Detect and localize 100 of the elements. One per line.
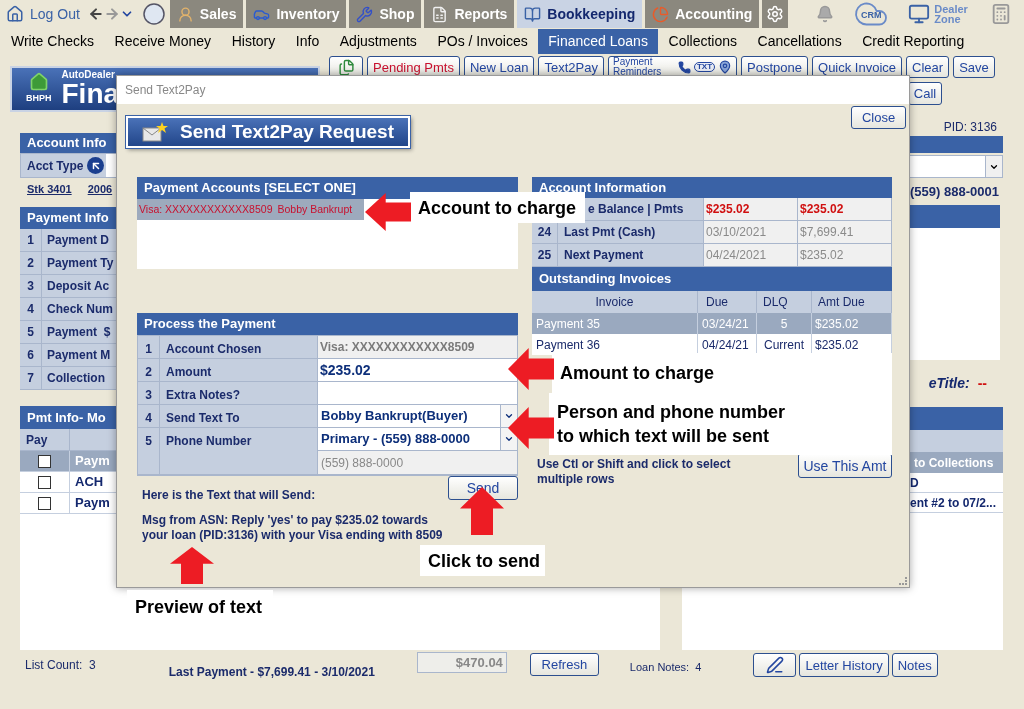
dialog-heading: Send Text2Pay Request bbox=[126, 116, 410, 148]
call-button[interactable]: Call bbox=[908, 82, 942, 105]
field-label: Payment $ bbox=[46, 324, 111, 341]
panel-header: Process the Payment bbox=[137, 313, 518, 335]
field-label: Payment Ty bbox=[46, 255, 114, 272]
field-value: $7,699.41 bbox=[798, 221, 892, 243]
nav-tab[interactable]: Inventory bbox=[246, 0, 347, 28]
preview-label: Here is the Text that will Send: bbox=[142, 487, 316, 504]
row-number: 1 bbox=[20, 229, 42, 251]
field-label: Deposit Ac bbox=[46, 278, 110, 295]
nav-tab[interactable]: Reports bbox=[424, 0, 515, 28]
table-cell-text: Paym bbox=[74, 494, 110, 513]
input-field[interactable]: $235.02 bbox=[318, 359, 517, 381]
row-number: 5 bbox=[20, 321, 42, 343]
field-label: Send Text To bbox=[160, 405, 318, 427]
table-cell-text: D bbox=[910, 474, 919, 492]
field-value: $235.02 bbox=[798, 198, 892, 220]
stock-link[interactable]: Stk 3401 bbox=[27, 180, 72, 198]
toolbar-button[interactable]: Quick Invoice bbox=[812, 56, 903, 78]
nav-tab[interactable]: Shop bbox=[349, 0, 422, 28]
close-button[interactable]: Close bbox=[851, 106, 906, 129]
column-header: to Collections bbox=[914, 454, 994, 472]
nav-tab[interactable]: Bookkeeping bbox=[517, 0, 643, 28]
sub-nav-tab[interactable]: History bbox=[221, 29, 286, 54]
sub-nav-tab[interactable]: Receive Money bbox=[104, 29, 222, 54]
reminders-button[interactable]: Payment Reminders TXT bbox=[607, 56, 738, 78]
toolbar-button[interactable]: Postpone bbox=[741, 56, 808, 78]
use-amount-button[interactable]: Use This Amt bbox=[798, 453, 892, 478]
panel-header: Account Information bbox=[532, 177, 892, 198]
field-value: 04/24/2021 bbox=[704, 244, 798, 266]
field-label: Payment D bbox=[46, 232, 110, 249]
sub-nav-tab[interactable]: Info bbox=[285, 29, 330, 54]
banner-label: BHPH bbox=[26, 92, 52, 106]
field-label: Amount bbox=[160, 359, 318, 381]
callout-label: Account to charge bbox=[410, 192, 585, 223]
select-field[interactable]: Primary - (559) 888-0000 bbox=[318, 428, 517, 450]
toolbar-button[interactable]: New Loan bbox=[463, 56, 535, 78]
nav-tab[interactable]: Accounting bbox=[645, 0, 760, 28]
phone-text: (559) 888-0001 bbox=[910, 182, 999, 201]
field-label: Collection bbox=[46, 370, 105, 387]
callout-label: Amount to charge bbox=[552, 353, 892, 393]
panel-header: Payment Accounts [SELECT ONE] bbox=[137, 177, 518, 199]
sub-nav-tab[interactable]: Adjustments bbox=[329, 29, 427, 54]
toolbar-button[interactable]: Pending Pmts bbox=[367, 56, 460, 78]
nav-tab[interactable]: Sales bbox=[169, 0, 244, 28]
field-label: Phone Number bbox=[160, 428, 318, 474]
row-number: 1 bbox=[138, 336, 160, 358]
toolbar-button[interactable]: Text2Pay bbox=[538, 56, 604, 78]
txt-icon: TXT bbox=[693, 62, 716, 72]
footer-button[interactable]: Notes bbox=[891, 653, 938, 677]
row-number: 24 bbox=[532, 221, 558, 243]
row-number: 4 bbox=[20, 298, 42, 320]
dialog-title: Send Text2Pay bbox=[125, 82, 206, 99]
loan-notes: Loan Notes: 4 bbox=[629, 660, 702, 675]
banner-title: Fina bbox=[61, 80, 120, 108]
field-value: $235.02 bbox=[704, 198, 798, 220]
field-label: Acct Type bbox=[27, 157, 84, 175]
field-value: (559) 888-0000 bbox=[318, 450, 517, 474]
footer-button[interactable]: Letter History bbox=[799, 653, 889, 677]
field-value: $235.02 bbox=[798, 244, 892, 266]
field-label: Check Num bbox=[46, 301, 114, 318]
row-number: 5 bbox=[138, 428, 160, 474]
column-header: Pay bbox=[20, 429, 70, 450]
select-field[interactable]: Bobby Bankrupt(Buyer) bbox=[318, 405, 517, 427]
toolbar-button[interactable]: Clear bbox=[906, 56, 950, 78]
refresh-button[interactable]: Refresh bbox=[529, 653, 599, 676]
table-cell-text: ACH bbox=[74, 473, 104, 492]
field-label: Account Chosen bbox=[160, 336, 318, 358]
row-number: 6 bbox=[20, 344, 42, 366]
panel-header: Outstanding Invoices bbox=[532, 267, 892, 291]
etitle-value: -- bbox=[977, 374, 987, 393]
sub-nav-tab[interactable]: POs / Invoices bbox=[427, 29, 538, 54]
sub-nav-tab[interactable]: Cancellations bbox=[747, 29, 852, 54]
invoice-row[interactable]: Payment 36 04/24/21 Current $235.02 bbox=[532, 334, 892, 355]
last-payment: Last Payment - $7,699.41 - 3/10/2021 bbox=[168, 664, 375, 681]
sub-nav-tab[interactable]: Collections bbox=[658, 29, 747, 54]
logout-link[interactable]: Log Out bbox=[6, 3, 80, 25]
stock-link[interactable]: 2006 bbox=[87, 180, 113, 198]
row-number: 2 bbox=[20, 252, 42, 274]
sub-nav-tab[interactable]: Write Checks bbox=[1, 29, 104, 54]
sub-nav-tab[interactable]: Financed Loans bbox=[538, 29, 658, 54]
sub-nav-tab[interactable]: Credit Reporting bbox=[852, 29, 975, 54]
toolbar-button[interactable]: Save bbox=[953, 56, 995, 78]
banner-subtitle: AutoDealer bbox=[61, 70, 116, 80]
table-cell-text: Paym bbox=[74, 452, 110, 471]
row-number: 3 bbox=[138, 382, 160, 404]
field-value: Visa: XXXXXXXXXXXX8509 bbox=[318, 336, 517, 358]
field-label: Payment M bbox=[46, 347, 111, 364]
total-field: $470.04 bbox=[416, 652, 507, 673]
row-number: 25 bbox=[532, 244, 558, 266]
selection-hint: Use Ctl or Shift and click to select multiple rows bbox=[537, 457, 732, 487]
field-value: 03/10/2021 bbox=[704, 221, 798, 243]
pid-text: PID: 3136 bbox=[943, 119, 997, 136]
etitle-label: eTitle: bbox=[928, 374, 970, 393]
row-number: 3 bbox=[20, 275, 42, 297]
field-label: Next Payment bbox=[564, 247, 644, 264]
row-number: 2 bbox=[138, 359, 160, 381]
callout-label: Click to send bbox=[420, 545, 545, 576]
field-label: Extra Notes? bbox=[160, 382, 318, 404]
row-number: 4 bbox=[138, 405, 160, 427]
